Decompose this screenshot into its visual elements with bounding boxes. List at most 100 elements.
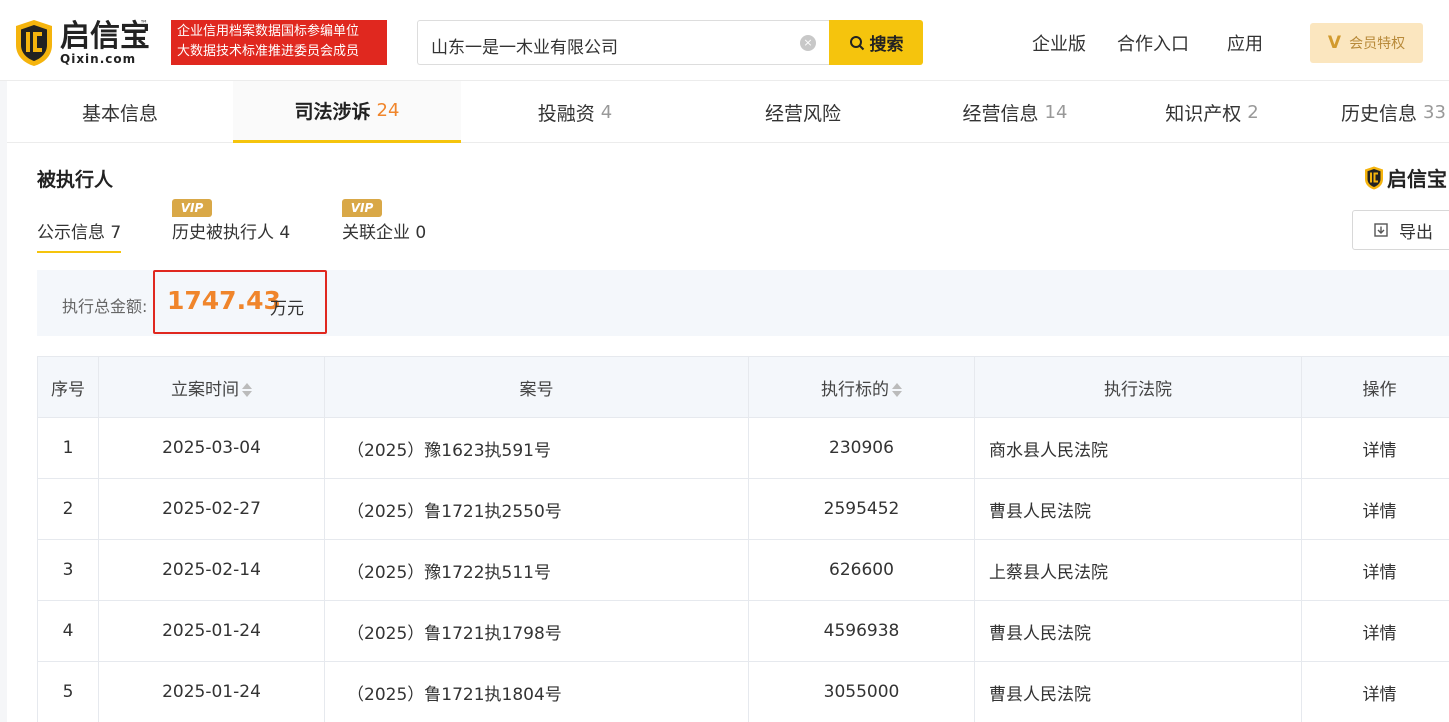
total-amount-unit: 万元: [270, 299, 304, 319]
tab-operation-info[interactable]: 经营信息 14: [917, 81, 1113, 143]
banner-line-2: 大数据技术标准推进委员会成员: [177, 44, 360, 59]
header-court: 执行法院: [974, 356, 1302, 418]
sort-icon[interactable]: [892, 382, 902, 397]
shield-logo-icon: [16, 20, 52, 66]
search-icon: [849, 35, 864, 50]
vip-badge: VIP: [342, 199, 382, 217]
header-action: 操作: [1301, 356, 1449, 418]
detail-link[interactable]: 详情: [1301, 478, 1449, 540]
cell-date: 2025-03-04: [98, 417, 325, 479]
detail-link[interactable]: 详情: [1301, 600, 1449, 662]
cell-date: 2025-01-24: [98, 661, 325, 722]
cell-court: 曹县人民法院: [974, 661, 1302, 722]
cell-amount: 3055000: [748, 661, 975, 722]
table-row: 1 2025-03-04 （2025）豫1623执591号 230906 商水县…: [37, 417, 1449, 479]
watermark-text: 启信宝: [1387, 167, 1447, 191]
subtab-public-info[interactable]: 公示信息 7: [37, 218, 122, 253]
shield-logo-icon: [1365, 166, 1383, 189]
search-button[interactable]: 搜索: [829, 20, 923, 65]
tab-basic-info[interactable]: 基本信息: [7, 81, 233, 143]
cell-no: 2: [37, 478, 99, 540]
cell-amount: 626600: [748, 539, 975, 601]
main-tabs: 基本信息 司法涉诉 24 投融资 4 经营风险 经营信息 14 知识产权 2 历…: [7, 81, 1449, 143]
tab-count: 14: [1044, 101, 1068, 123]
watermark-logo: 启信宝: [1364, 163, 1447, 192]
tab-label: 经营信息: [962, 102, 1039, 125]
header-date-label: 立案时间: [171, 379, 239, 400]
subtab-related-companies[interactable]: 关联企业 0: [342, 218, 426, 243]
cell-amount: 230906: [748, 417, 975, 479]
cell-court: 曹县人民法院: [974, 600, 1302, 662]
debtor-table: 序号 立案时间 案号 执行标的 执行法院 操作 1 2025-03-04 （20…: [37, 356, 1449, 722]
cell-date: 2025-02-14: [98, 539, 325, 601]
tab-ip[interactable]: 知识产权 2: [1113, 81, 1311, 143]
tab-label: 历史信息: [1341, 102, 1418, 125]
logo-text-en: Qixin.com: [60, 52, 137, 66]
header-amount-label: 执行标的: [821, 379, 889, 400]
nav-apps[interactable]: 应用: [1227, 30, 1263, 56]
table-row: 3 2025-02-14 （2025）豫1722执511号 626600 上蔡县…: [37, 539, 1449, 601]
tab-financing[interactable]: 投融资 4: [461, 81, 689, 143]
tab-operation-risk[interactable]: 经营风险: [689, 81, 917, 143]
vip-v-icon: V: [1327, 33, 1342, 53]
header-date[interactable]: 立案时间: [98, 356, 325, 418]
table-header-row: 序号 立案时间 案号 执行标的 执行法院 操作: [37, 356, 1449, 418]
vip-privileges-button[interactable]: V 会员特权: [1310, 23, 1423, 63]
tab-count: 24: [376, 100, 400, 121]
nav-enterprise-edition[interactable]: 企业版: [1032, 30, 1086, 56]
total-amount-summary: 执行总金额: 1747.43 万元: [37, 270, 1449, 336]
nav-cooperation[interactable]: 合作入口: [1117, 30, 1189, 56]
cell-court: 商水县人民法院: [974, 417, 1302, 479]
vip-badge: VIP: [172, 199, 212, 217]
total-amount-value: 1747.43: [167, 286, 281, 315]
tab-label: 知识产权: [1165, 102, 1242, 125]
judgment-debtor-panel: 被执行人 启信宝 公示信息 7 VIP 历史被执行人 4 VIP 关联企业 0 …: [7, 143, 1449, 722]
cell-case-no: （2025）鲁1721执1804号: [324, 661, 749, 722]
top-header: 启信宝 ™ Qixin.com 企业信用档案数据国标参编单位 大数据技术标准推进…: [0, 0, 1449, 81]
tab-judicial[interactable]: 司法涉诉 24: [233, 81, 461, 143]
export-icon: [1374, 223, 1388, 237]
clear-icon[interactable]: ×: [800, 35, 816, 51]
cell-amount: 2595452: [748, 478, 975, 540]
qixin-logo[interactable]: 启信宝 ™ Qixin.com: [14, 19, 154, 67]
cell-case-no: （2025）鲁1721执1798号: [324, 600, 749, 662]
tab-label: 经营风险: [764, 102, 841, 125]
table-row: 2 2025-02-27 （2025）鲁1721执2550号 2595452 曹…: [37, 478, 1449, 540]
cell-no: 3: [37, 539, 99, 601]
header-case-no: 案号: [324, 356, 749, 418]
search-input[interactable]: 山东一是一木业有限公司 ×: [417, 20, 830, 65]
table-row: 5 2025-01-24 （2025）鲁1721执1804号 3055000 曹…: [37, 661, 1449, 722]
logo-trademark: ™: [140, 19, 148, 28]
banner-line-1: 企业信用档案数据国标参编单位: [177, 24, 360, 39]
cell-no: 5: [37, 661, 99, 722]
subtab-label: 关联企业 0: [342, 223, 427, 243]
cell-case-no: （2025）豫1623执591号: [324, 417, 749, 479]
cell-date: 2025-01-24: [98, 600, 325, 662]
detail-link[interactable]: 详情: [1301, 417, 1449, 479]
cell-case-no: （2025）鲁1721执2550号: [324, 478, 749, 540]
header-no: 序号: [37, 356, 99, 418]
search-input-value: 山东一是一木业有限公司: [431, 38, 618, 58]
tab-history[interactable]: 历史信息 33: [1341, 81, 1449, 143]
cell-date: 2025-02-27: [98, 478, 325, 540]
total-amount-label: 执行总金额:: [62, 297, 148, 316]
subtab-label: 公示信息 7: [37, 223, 122, 243]
subtab-label: 历史被执行人 4: [172, 223, 291, 243]
tab-label: 司法涉诉: [294, 101, 371, 123]
sort-icon[interactable]: [242, 382, 252, 397]
tab-label: 基本信息: [81, 102, 158, 125]
subtab-history-debtor[interactable]: 历史被执行人 4: [172, 218, 290, 243]
export-button[interactable]: 导出: [1352, 210, 1449, 250]
table-row: 4 2025-01-24 （2025）鲁1721执1798号 4596938 曹…: [37, 600, 1449, 662]
tab-label: 投融资: [537, 102, 595, 125]
vip-privileges-label: 会员特权: [1349, 36, 1406, 52]
detail-link[interactable]: 详情: [1301, 661, 1449, 722]
detail-link[interactable]: 详情: [1301, 539, 1449, 601]
header-amount[interactable]: 执行标的: [748, 356, 975, 418]
certification-banner[interactable]: 企业信用档案数据国标参编单位 大数据技术标准推进委员会成员: [171, 20, 387, 65]
logo-text-cn: 启信宝: [60, 19, 150, 54]
tab-count: 4: [600, 101, 613, 123]
cell-court: 上蔡县人民法院: [974, 539, 1302, 601]
total-amount-highlight: 1747.43 万元: [153, 270, 327, 334]
cell-case-no: （2025）豫1722执511号: [324, 539, 749, 601]
